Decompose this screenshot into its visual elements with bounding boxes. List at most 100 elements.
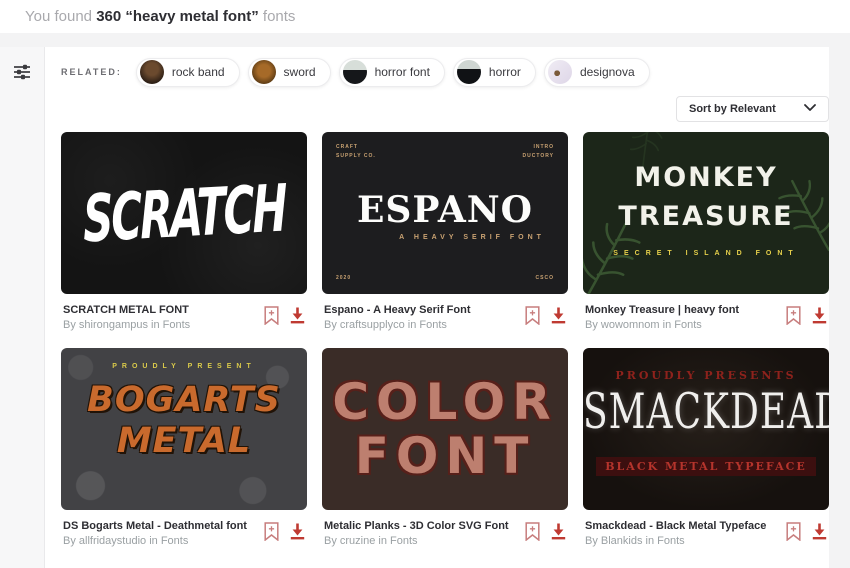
card-footer: Monkey Treasure | heavy font By wowomnom… xyxy=(583,294,829,331)
font-byline[interactable]: By wowomnom in Fonts xyxy=(585,319,739,331)
bookmark-add-button[interactable] xyxy=(786,522,801,544)
results-prefix: You found xyxy=(25,8,97,25)
bookmark-plus-icon xyxy=(525,306,540,328)
card-actions xyxy=(786,304,827,328)
download-icon xyxy=(290,523,305,543)
card-actions xyxy=(264,304,305,328)
preview-corner-text: CSCO xyxy=(535,274,554,281)
font-preview-scratch[interactable]: SCRATCH xyxy=(61,132,307,294)
font-preview-metalic-planks[interactable]: COLOR FONT xyxy=(322,348,568,510)
sort-row: Sort by Relevant xyxy=(61,96,829,122)
download-button[interactable] xyxy=(551,522,566,541)
font-title-link[interactable]: Espano - A Heavy Serif Font xyxy=(324,304,471,316)
bookmark-add-button[interactable] xyxy=(786,306,801,328)
font-card-monkey-treasure: MONKEY TREASURE SECRET ISLAND FONT Monke… xyxy=(583,132,829,331)
preview-subtitle: A HEAVY SERIF FONT xyxy=(399,234,545,242)
card-footer: Espano - A Heavy Serif Font By craftsupp… xyxy=(322,294,568,331)
related-tag-horror-font[interactable]: horror font xyxy=(338,57,445,87)
font-title-link[interactable]: Metalic Planks - 3D Color SVG Font xyxy=(324,520,509,532)
sort-selected-value: Sort by Relevant xyxy=(689,103,776,115)
tag-label: sword xyxy=(283,65,316,79)
tag-thumbnail xyxy=(547,60,572,84)
download-icon xyxy=(551,523,566,543)
card-actions xyxy=(786,520,827,544)
tag-label: designova xyxy=(579,65,635,79)
bookmark-add-button[interactable] xyxy=(264,522,279,544)
download-icon xyxy=(290,307,305,327)
font-preview-monkey-treasure[interactable]: MONKEY TREASURE SECRET ISLAND FONT xyxy=(583,132,829,294)
preview-word-line2: METAL xyxy=(116,420,252,461)
preview-corner-text: INTRO DUCTORY xyxy=(522,144,554,159)
download-icon xyxy=(812,307,827,327)
font-card-espano: CRAFT SUPPLY CO. INTRO DUCTORY ESPANO A … xyxy=(322,132,568,331)
preview-word: SCRATCH xyxy=(81,169,287,257)
font-byline[interactable]: By Blankids in Fonts xyxy=(585,535,766,547)
filters-toggle-button[interactable] xyxy=(12,63,32,83)
bookmark-plus-icon xyxy=(786,522,801,544)
tag-thumbnail xyxy=(342,60,367,84)
related-tags-row: RELATED: rock band sword horror font hor… xyxy=(61,57,829,87)
font-byline[interactable]: By shirongampus in Fonts xyxy=(63,319,190,331)
font-results-grid: SCRATCH SCRATCH METAL FONT By shirongamp… xyxy=(61,132,829,547)
font-byline[interactable]: By allfridaystudio in Fonts xyxy=(63,535,247,547)
bookmark-plus-icon xyxy=(525,522,540,544)
font-title-link[interactable]: Smackdead - Black Metal Typeface xyxy=(585,520,766,532)
font-card-bogarts-metal: PROUDLY PRESENT BOGARTS METAL DS Bogarts… xyxy=(61,348,307,547)
download-icon xyxy=(551,307,566,327)
bookmark-plus-icon xyxy=(264,522,279,544)
download-button[interactable] xyxy=(812,306,827,325)
download-button[interactable] xyxy=(290,522,305,541)
bookmark-plus-icon xyxy=(264,306,279,328)
related-label: RELATED: xyxy=(61,67,122,77)
preview-word: ESPANO xyxy=(356,188,534,231)
tag-label: horror font xyxy=(374,65,430,79)
related-tag-horror[interactable]: horror xyxy=(452,57,536,87)
card-actions xyxy=(525,520,566,544)
preview-word-line1: COLOR xyxy=(332,373,558,431)
preview-subtitle: BLACK METAL TYPEFACE xyxy=(596,456,816,476)
card-footer: DS Bogarts Metal - Deathmetal font By al… xyxy=(61,510,307,547)
chevron-down-icon xyxy=(804,103,816,115)
font-card-scratch: SCRATCH SCRATCH METAL FONT By shirongamp… xyxy=(61,132,307,331)
bookmark-add-button[interactable] xyxy=(264,306,279,328)
preview-word-line1: BOGARTS xyxy=(87,380,281,421)
preview-corner-text: CRAFT SUPPLY CO. xyxy=(336,144,376,159)
preview-words: BOGARTS METAL xyxy=(61,380,307,461)
results-header: You found 360 “heavy metal font” fonts xyxy=(0,0,850,33)
tag-thumbnail xyxy=(456,60,481,84)
font-preview-espano[interactable]: CRAFT SUPPLY CO. INTRO DUCTORY ESPANO A … xyxy=(322,132,568,294)
results-suffix: fonts xyxy=(258,8,296,25)
download-button[interactable] xyxy=(812,522,827,541)
related-tag-designova[interactable]: designova xyxy=(543,57,650,87)
related-tag-rock-band[interactable]: rock band xyxy=(135,57,240,87)
preview-kicker: PROUDLY PRESENT xyxy=(112,362,256,370)
tag-label: horror xyxy=(488,65,521,79)
preview-kicker: PROUDLY PRESENTS xyxy=(615,369,797,383)
font-title-link[interactable]: SCRATCH METAL FONT xyxy=(63,304,190,316)
filter-rail xyxy=(0,47,45,568)
card-footer: Metalic Planks - 3D Color SVG Font By cr… xyxy=(322,510,568,547)
preview-word-line2: FONT xyxy=(354,427,536,485)
font-card-metalic-planks: COLOR FONT Metalic Planks - 3D Color SVG… xyxy=(322,348,568,547)
card-footer: SCRATCH METAL FONT By shirongampus in Fo… xyxy=(61,294,307,331)
font-card-smackdead: PROUDLY PRESENTS SMACKDEAD BLACK METAL T… xyxy=(583,348,829,547)
font-preview-smackdead[interactable]: PROUDLY PRESENTS SMACKDEAD BLACK METAL T… xyxy=(583,348,829,510)
bookmark-plus-icon xyxy=(786,306,801,328)
font-title-link[interactable]: DS Bogarts Metal - Deathmetal font xyxy=(63,520,247,532)
sort-dropdown[interactable]: Sort by Relevant xyxy=(676,96,829,122)
preview-word-line1: MONKEY xyxy=(634,161,778,193)
bookmark-add-button[interactable] xyxy=(525,306,540,328)
tag-label: rock band xyxy=(171,65,225,79)
font-preview-bogarts-metal[interactable]: PROUDLY PRESENT BOGARTS METAL xyxy=(61,348,307,510)
font-byline[interactable]: By cruzine in Fonts xyxy=(324,535,509,547)
download-icon xyxy=(812,523,827,543)
download-button[interactable] xyxy=(551,306,566,325)
content-area: RELATED: rock band sword horror font hor… xyxy=(0,47,850,568)
font-byline[interactable]: By craftsupplyco in Fonts xyxy=(324,319,471,331)
bookmark-add-button[interactable] xyxy=(525,522,540,544)
preview-words: MONKEY TREASURE xyxy=(583,158,829,236)
preview-corner-text: 2020 xyxy=(336,274,352,281)
related-tag-sword[interactable]: sword xyxy=(247,57,331,87)
font-title-link[interactable]: Monkey Treasure | heavy font xyxy=(585,304,739,316)
download-button[interactable] xyxy=(290,306,305,325)
